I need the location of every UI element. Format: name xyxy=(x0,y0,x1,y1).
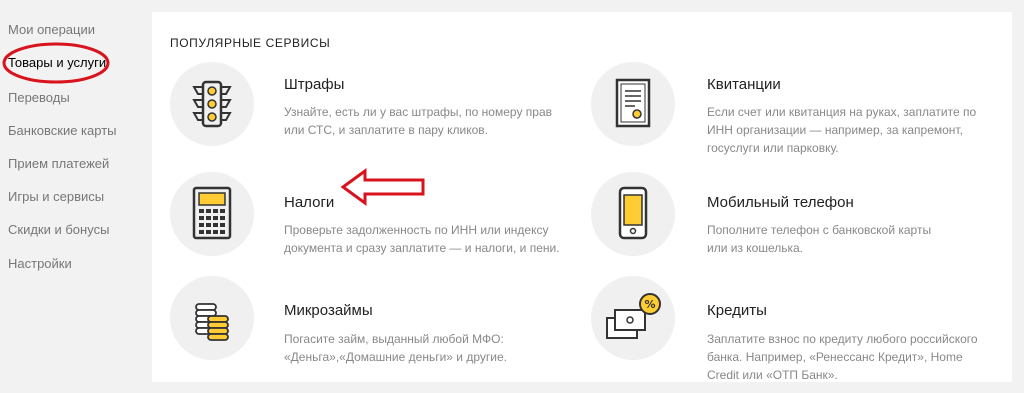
icon-circle xyxy=(170,172,254,256)
coin-stack-icon xyxy=(195,303,229,341)
service-title: Мобильный телефон xyxy=(707,194,854,211)
service-description: Проверьте задолженность по ИНН или индек… xyxy=(284,223,560,255)
sidebar-item-discounts-bonuses[interactable]: Скидки и бонусы xyxy=(8,222,109,237)
sidebar-item-payment-acceptance[interactable]: Прием платежей xyxy=(8,156,109,171)
service-description: Узнайте, есть ли у вас штрафы, по номеру… xyxy=(284,105,552,137)
service-title: Кредиты xyxy=(707,302,767,319)
service-microloans[interactable]: Микрозаймы Погасите займ, выданный любой… xyxy=(170,276,590,366)
service-description: Если счет или квитанция на руках, заплат… xyxy=(707,105,977,155)
receipt-document-icon xyxy=(615,78,651,128)
service-title: Микрозаймы xyxy=(284,302,373,319)
traffic-light-icon xyxy=(192,80,232,128)
service-description: Погасите займ, выданный любой МФО: «День… xyxy=(284,332,507,364)
sidebar-item-games-services[interactable]: Игры и сервисы xyxy=(8,189,104,204)
section-title: ПОПУЛЯРНЫЕ СЕРВИСЫ xyxy=(170,36,331,50)
service-receipts[interactable]: Квитанции Если счет или квитанция на рук… xyxy=(591,62,1011,162)
icon-circle: % xyxy=(591,276,675,360)
mobile-phone-icon xyxy=(618,186,648,240)
icon-circle xyxy=(591,62,675,146)
icon-circle xyxy=(170,62,254,146)
pointer-arrow xyxy=(341,168,425,206)
service-mobile-phone[interactable]: Мобильный телефон Пополните телефон с ба… xyxy=(591,172,1011,262)
sidebar-item-transfers[interactable]: Переводы xyxy=(8,90,70,105)
icon-circle xyxy=(170,276,254,360)
service-title: Квитанции xyxy=(707,76,781,93)
service-description: Заплатите взнос по кредиту любого россий… xyxy=(707,332,978,382)
service-credits[interactable]: % Кредиты Заплатите взнос по кредиту люб… xyxy=(591,276,1011,382)
service-description: Пополните телефон с банковской карты или… xyxy=(707,223,932,255)
icon-circle xyxy=(591,172,675,256)
services-panel: ПОПУЛЯРНЫЕ СЕРВИСЫ Штрафы Узнайте, есть … xyxy=(152,12,1012,382)
service-title: Штрафы xyxy=(284,76,345,93)
sidebar-item-bank-cards[interactable]: Банковские карты xyxy=(8,123,117,138)
sidebar-item-my-operations[interactable]: Мои операции xyxy=(8,22,95,37)
service-title: Налоги xyxy=(284,194,335,211)
svg-text:%: % xyxy=(644,298,655,311)
calculator-icon xyxy=(192,186,232,240)
highlight-ellipse xyxy=(2,42,110,84)
credit-percent-icon: % xyxy=(606,293,661,339)
service-fines[interactable]: Штрафы Узнайте, есть ли у вас штрафы, по… xyxy=(170,62,590,152)
sidebar-item-settings[interactable]: Настройки xyxy=(8,256,72,271)
